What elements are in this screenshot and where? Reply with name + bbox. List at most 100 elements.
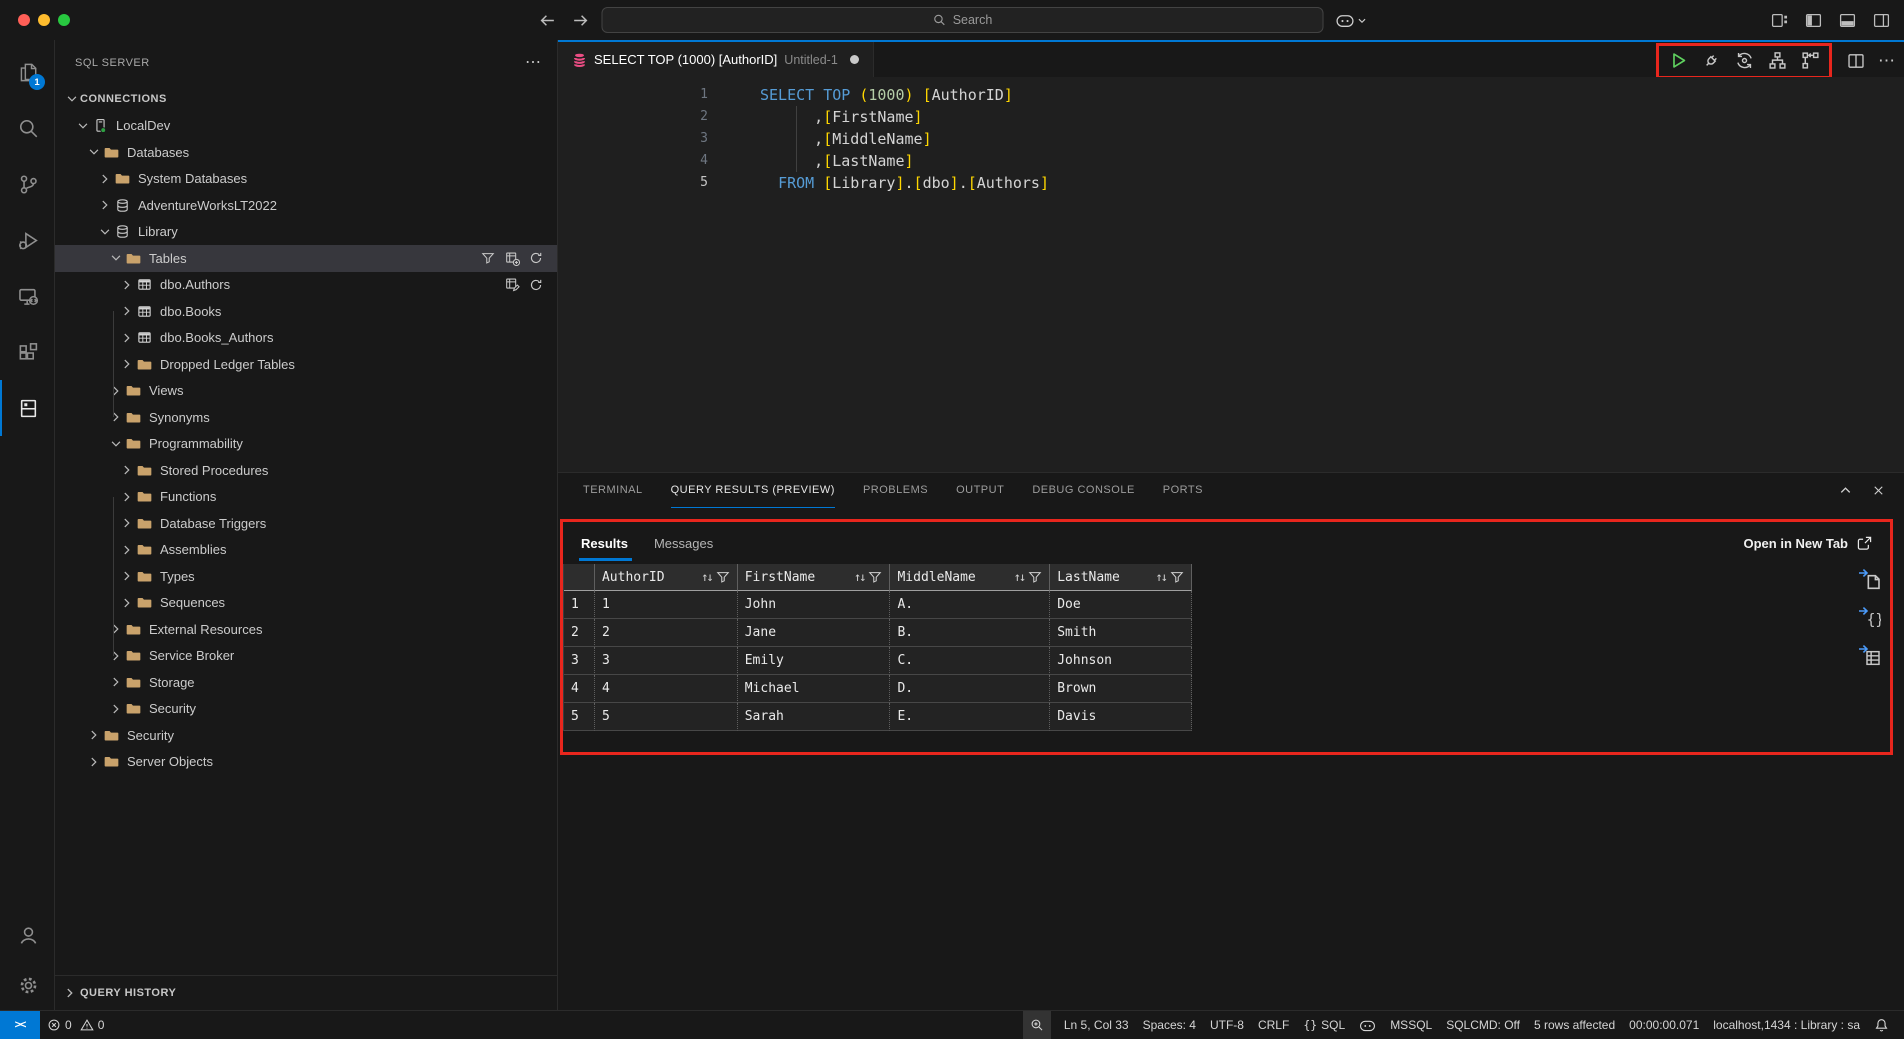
problems-status[interactable]: 0 0: [40, 1011, 111, 1039]
estimated-plan-button[interactable]: [1767, 51, 1787, 71]
tree-item-library[interactable]: Library: [55, 219, 557, 246]
navigate-forward-icon[interactable]: [570, 10, 590, 30]
grid-cell[interactable]: Emily: [738, 647, 891, 675]
edit-table-icon[interactable]: [504, 277, 520, 293]
filter-icon[interactable]: [1028, 570, 1042, 584]
filter-icon[interactable]: [480, 250, 496, 266]
copilot-status[interactable]: [1352, 1011, 1383, 1039]
query-time-status[interactable]: 00:00:00.071: [1622, 1011, 1706, 1039]
query-history-section[interactable]: QUERY HISTORY: [55, 975, 557, 1010]
tree-item-tables[interactable]: Tables: [55, 245, 557, 272]
filter-icon[interactable]: [868, 570, 882, 584]
maximize-panel-icon[interactable]: [1838, 483, 1853, 498]
toggle-panel-icon[interactable]: [1838, 11, 1856, 29]
toggle-secondary-sidebar-icon[interactable]: [1872, 11, 1890, 29]
filter-icon[interactable]: [1170, 570, 1184, 584]
customize-layout-icon[interactable]: [1770, 11, 1788, 29]
tree-item-localdev[interactable]: LocalDev: [55, 113, 557, 140]
grid-row-1[interactable]: 11JohnA.Doe: [564, 591, 1192, 619]
tree-item-functions[interactable]: Functions: [55, 484, 557, 511]
sidebar-more-actions-icon[interactable]: ⋯: [525, 58, 541, 68]
tree-item-dbo-authors[interactable]: dbo.Authors: [55, 272, 557, 299]
grid-cell[interactable]: C.: [890, 647, 1050, 675]
tree-item-external-resources[interactable]: External Resources: [55, 616, 557, 643]
grid-cell[interactable]: Smith: [1050, 619, 1192, 647]
copilot-menu[interactable]: [1336, 13, 1367, 28]
tree-item-dbo-books[interactable]: dbo.Books: [55, 298, 557, 325]
code-editor[interactable]: 1SELECT TOP (1000) [AuthorID]2 ,[FirstNa…: [558, 77, 1904, 472]
activity-bar-item-extensions[interactable]: [0, 324, 54, 380]
connection-status[interactable]: localhost,1434 : Library : sa: [1706, 1011, 1867, 1039]
activity-bar-item-accounts[interactable]: [0, 910, 54, 960]
tree-item-dbo-books-authors[interactable]: dbo.Books_Authors: [55, 325, 557, 352]
activity-bar-item-source-control[interactable]: [0, 156, 54, 212]
grid-cell[interactable]: Doe: [1050, 591, 1192, 619]
open-in-new-tab-button[interactable]: Open in New Tab: [1744, 536, 1873, 551]
toggle-primary-sidebar-icon[interactable]: [1804, 11, 1822, 29]
save-as-excel-button[interactable]: [1856, 642, 1882, 668]
sort-icon[interactable]: ↑↓: [701, 570, 711, 584]
maximize-window-button[interactable]: [58, 14, 70, 26]
grid-cell[interactable]: Jane: [738, 619, 891, 647]
editor-tab-active[interactable]: SELECT TOP (1000) [AuthorID] Untitled-1: [558, 42, 874, 77]
eol-status[interactable]: CRLF: [1251, 1011, 1296, 1039]
new-table-icon[interactable]: [504, 250, 520, 266]
change-connection-button[interactable]: [1734, 51, 1754, 71]
row-number-cell[interactable]: 2: [564, 619, 595, 647]
disconnect-button[interactable]: [1701, 51, 1721, 71]
cursor-position[interactable]: Ln 5, Col 33: [1057, 1011, 1136, 1039]
remote-indicator[interactable]: ><: [0, 1011, 40, 1039]
activity-bar-item-settings[interactable]: [0, 960, 54, 1010]
activity-bar-item-run-and-debug[interactable]: [0, 212, 54, 268]
results-tab[interactable]: Results: [581, 522, 628, 564]
close-panel-icon[interactable]: [1871, 483, 1886, 498]
grid-cell[interactable]: 1: [595, 591, 738, 619]
tree-item-security[interactable]: Security: [55, 722, 557, 749]
save-as-json-button[interactable]: {}: [1856, 604, 1882, 630]
tab-terminal[interactable]: TERMINAL: [583, 473, 643, 508]
editor-more-actions-icon[interactable]: ⋯: [1878, 51, 1896, 71]
code-line-3[interactable]: 3 ,[MiddleName]: [558, 128, 1904, 150]
run-query-button[interactable]: [1668, 51, 1688, 71]
row-number-cell[interactable]: 4: [564, 675, 595, 703]
code-line-5[interactable]: 5 FROM [Library].[dbo].[Authors]: [558, 172, 1904, 194]
grid-cell[interactable]: D.: [890, 675, 1050, 703]
refresh-icon[interactable]: [528, 250, 544, 266]
grid-row-4[interactable]: 44MichaelD.Brown: [564, 675, 1192, 703]
close-window-button[interactable]: [18, 14, 30, 26]
tree-item-sequences[interactable]: Sequences: [55, 590, 557, 617]
tree-item-storage[interactable]: Storage: [55, 669, 557, 696]
grid-cell[interactable]: A.: [890, 591, 1050, 619]
row-number-cell[interactable]: 1: [564, 591, 595, 619]
notifications-bell[interactable]: [1867, 1011, 1896, 1039]
grid-row-2[interactable]: 22JaneB.Smith: [564, 619, 1192, 647]
messages-tab[interactable]: Messages: [654, 522, 713, 564]
grid-column-header-lastname[interactable]: LastName↑↓: [1050, 564, 1192, 591]
navigate-back-icon[interactable]: [538, 10, 558, 30]
rows-affected-status[interactable]: 5 rows affected: [1527, 1011, 1622, 1039]
sqlcmd-status[interactable]: SQLCMD: Off: [1439, 1011, 1527, 1039]
code-line-4[interactable]: 4 ,[LastName]: [558, 150, 1904, 172]
grid-row-5[interactable]: 55SarahE.Davis: [564, 703, 1192, 731]
tree-item-synonyms[interactable]: Synonyms: [55, 404, 557, 431]
tree-item-system-databases[interactable]: System Databases: [55, 166, 557, 193]
indentation-status[interactable]: Spaces: 4: [1136, 1011, 1203, 1039]
unsaved-changes-dot[interactable]: [850, 55, 859, 64]
tree-item-assemblies[interactable]: Assemblies: [55, 537, 557, 564]
tree-item-stored-procedures[interactable]: Stored Procedures: [55, 457, 557, 484]
grid-column-header-authorid[interactable]: AuthorID↑↓: [595, 564, 738, 591]
tree-item-databases[interactable]: Databases: [55, 139, 557, 166]
grid-cell[interactable]: Michael: [738, 675, 891, 703]
grid-cell[interactable]: John: [738, 591, 891, 619]
grid-cell[interactable]: 2: [595, 619, 738, 647]
grid-cell[interactable]: Johnson: [1050, 647, 1192, 675]
grid-cell[interactable]: B.: [890, 619, 1050, 647]
grid-cell[interactable]: Davis: [1050, 703, 1192, 731]
zoom-indicator[interactable]: [1023, 1011, 1051, 1039]
language-mode[interactable]: {} SQL: [1296, 1011, 1352, 1039]
results-grid[interactable]: AuthorID↑↓FirstName↑↓MiddleName↑↓LastNam…: [563, 564, 1192, 731]
filter-icon[interactable]: [716, 570, 730, 584]
mssql-status[interactable]: MSSQL: [1383, 1011, 1439, 1039]
tab-ports[interactable]: PORTS: [1163, 473, 1203, 508]
tree-item-programmability[interactable]: Programmability: [55, 431, 557, 458]
